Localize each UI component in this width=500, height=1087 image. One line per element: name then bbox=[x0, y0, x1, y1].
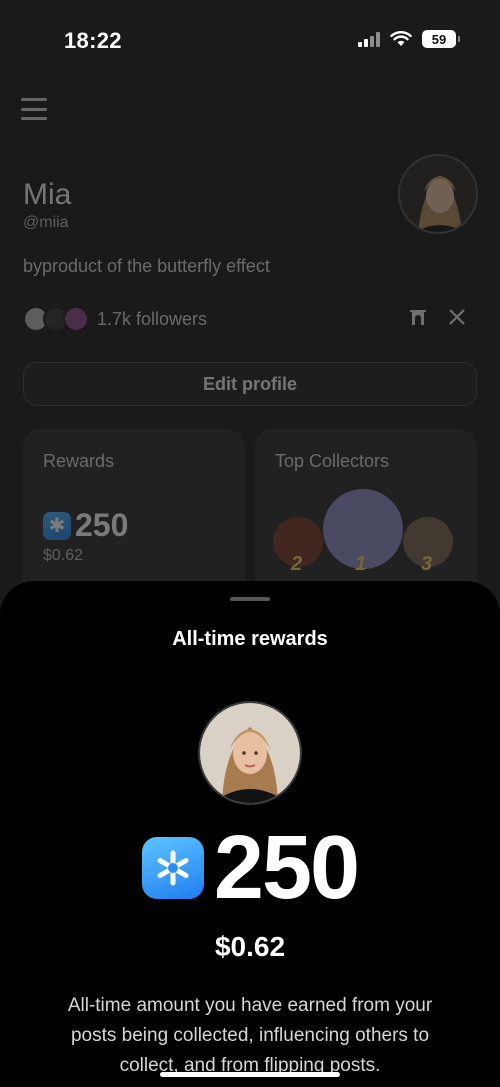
rewards-card[interactable]: Rewards ✱ 250 $0.62 bbox=[23, 429, 245, 599]
profile-avatar[interactable] bbox=[398, 154, 478, 234]
app-logo-icon bbox=[141, 837, 204, 899]
rewards-value: 250 bbox=[75, 507, 129, 543]
collector-rank: 1 bbox=[355, 553, 367, 575]
rewards-value-row: ✱ 250 bbox=[43, 507, 128, 544]
rewards-usd: $0.62 bbox=[43, 547, 84, 564]
rewards-label: Rewards bbox=[43, 451, 115, 471]
sheet-grabber[interactable] bbox=[230, 597, 270, 601]
reward-value: 250 bbox=[213, 818, 360, 918]
x-icon[interactable] bbox=[448, 308, 466, 332]
profile-name: Mia bbox=[23, 178, 72, 211]
app-logo-icon: ✱ bbox=[43, 511, 71, 540]
follower-avatars bbox=[23, 306, 89, 332]
edit-profile-button[interactable]: Edit profile bbox=[23, 362, 477, 406]
rewards-sheet[interactable]: All-time rewards 250 $0.62 All-time amou… bbox=[0, 581, 500, 1087]
collectors-label: Top Collectors bbox=[275, 451, 390, 471]
profile-bio: byproduct of the butterfly effect bbox=[23, 256, 270, 276]
followers-count: 1.7k followers bbox=[97, 308, 208, 329]
sheet-avatar bbox=[198, 701, 302, 805]
farcaster-icon[interactable] bbox=[408, 308, 428, 332]
top-collectors-card[interactable]: Top Collectors 2 1 3 bbox=[255, 429, 477, 599]
reward-description: All-time amount you have earned from you… bbox=[67, 995, 433, 1076]
followers-row[interactable]: 1.7k followers bbox=[23, 306, 207, 332]
sheet-title: All-time rewards bbox=[172, 628, 328, 650]
reward-amount-row: 250 bbox=[0, 823, 500, 913]
menu-icon[interactable] bbox=[21, 98, 47, 120]
collector-rank: 2 bbox=[291, 553, 303, 575]
profile-handle: @miia bbox=[23, 214, 69, 231]
reward-usd: $0.62 bbox=[214, 931, 286, 962]
home-indicator[interactable] bbox=[160, 1072, 340, 1077]
collector-rank: 3 bbox=[421, 553, 433, 575]
